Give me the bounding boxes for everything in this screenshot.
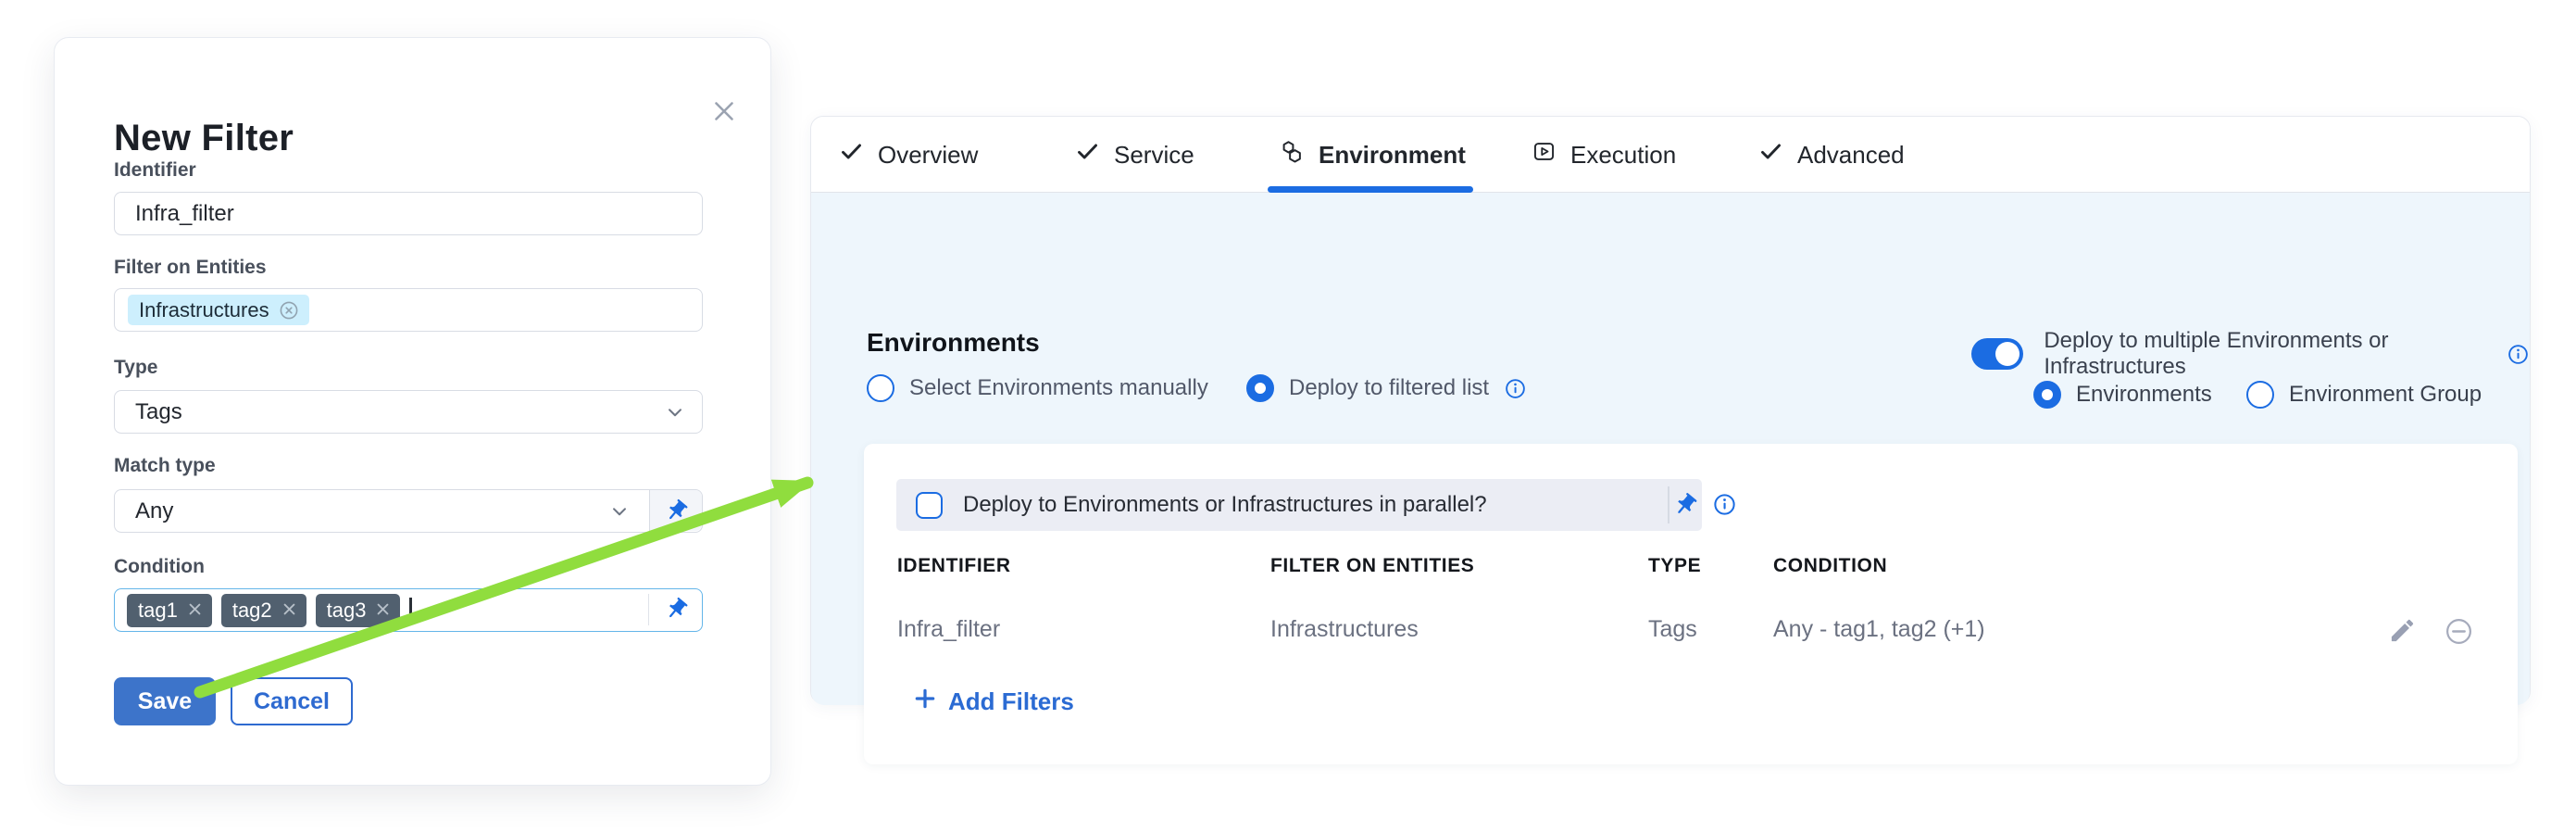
entities-field[interactable]: Infrastructures bbox=[114, 288, 703, 332]
radio-label: Deploy to filtered list bbox=[1289, 375, 1489, 401]
table-header-entities: FILTER ON ENTITIES bbox=[1270, 555, 1474, 577]
divider bbox=[648, 594, 650, 625]
tab-label: Advanced bbox=[1797, 141, 1905, 170]
execution-icon bbox=[1532, 139, 1557, 170]
new-filter-modal: New Filter Identifier Infra_filter Filte… bbox=[54, 37, 771, 786]
check-icon bbox=[1758, 139, 1783, 170]
radio-label: Environment Group bbox=[2289, 382, 2482, 408]
toggle-on[interactable] bbox=[1971, 338, 2023, 370]
chevron-down-icon bbox=[607, 499, 631, 523]
pin-button[interactable] bbox=[649, 490, 702, 531]
toggle-label: Deploy to multiple Environments or Infra… bbox=[2044, 328, 2492, 380]
toggle-knob bbox=[1995, 342, 2020, 366]
radio-environment-group[interactable]: Environment Group bbox=[2246, 381, 2482, 409]
tag-chip-label: tag2 bbox=[232, 599, 272, 623]
radio-icon bbox=[867, 374, 894, 402]
table-header-condition: CONDITION bbox=[1773, 555, 1887, 577]
info-icon[interactable] bbox=[1712, 492, 1737, 522]
text-cursor bbox=[409, 598, 412, 624]
info-icon[interactable] bbox=[2507, 343, 2530, 366]
radio-icon bbox=[2246, 381, 2274, 409]
plus-icon bbox=[913, 687, 937, 717]
environment-icon bbox=[1279, 139, 1305, 171]
edit-pencil-icon[interactable] bbox=[2388, 616, 2417, 649]
tab-environment[interactable]: Environment bbox=[1279, 117, 1466, 193]
parallel-checkbox-label: Deploy to Environments or Infrastructure… bbox=[963, 492, 1487, 518]
tag-chip-label: tag3 bbox=[327, 599, 367, 623]
identifier-value: Infra_filter bbox=[115, 201, 234, 227]
tag-chip: tag1 bbox=[127, 594, 212, 627]
tab-label: Service bbox=[1114, 141, 1194, 170]
table-row-type: Tags bbox=[1648, 616, 1697, 643]
type-value: Tags bbox=[115, 399, 182, 425]
parallel-checkbox[interactable] bbox=[916, 492, 943, 519]
add-filters-button[interactable]: Add Filters bbox=[913, 687, 1074, 717]
radio-environments[interactable]: Environments bbox=[2033, 381, 2212, 409]
close-icon[interactable] bbox=[708, 95, 740, 127]
radio-label: Environments bbox=[2076, 382, 2212, 408]
parallel-checkbox-bar: Deploy to Environments or Infrastructure… bbox=[896, 479, 1702, 531]
table-row-condition: Any - tag1, tag2 (+1) bbox=[1773, 616, 1985, 643]
entities-label: Filter on Entities bbox=[114, 257, 267, 279]
table-row-identifier: Infra_filter bbox=[897, 616, 1000, 643]
toggle-multiple-environments[interactable]: Deploy to multiple Environments or Infra… bbox=[1971, 328, 2530, 380]
save-button[interactable]: Save bbox=[114, 677, 216, 725]
tag-chip: tag2 bbox=[221, 594, 306, 627]
entity-chip-label: Infrastructures bbox=[139, 298, 269, 322]
tab-execution[interactable]: Execution bbox=[1532, 117, 1676, 193]
identifier-label: Identifier bbox=[114, 159, 196, 182]
entity-chip: Infrastructures bbox=[128, 295, 309, 325]
remove-tag-icon[interactable] bbox=[375, 600, 391, 621]
type-select[interactable]: Tags bbox=[114, 390, 703, 434]
modal-title: New Filter bbox=[114, 118, 294, 159]
table-header-identifier: IDENTIFIER bbox=[897, 555, 1011, 577]
match-type-select[interactable]: Any bbox=[114, 489, 703, 533]
active-tab-underline bbox=[1268, 186, 1473, 193]
table-header-type: TYPE bbox=[1648, 555, 1701, 577]
tab-advanced[interactable]: Advanced bbox=[1758, 117, 1905, 193]
tab-service[interactable]: Service bbox=[1075, 117, 1194, 193]
add-filters-label: Add Filters bbox=[948, 687, 1074, 716]
tab-label: Environment bbox=[1319, 141, 1466, 170]
tag-chip-label: tag1 bbox=[138, 599, 178, 623]
remove-chip-icon[interactable] bbox=[278, 299, 300, 321]
tag-chip: tag3 bbox=[316, 594, 401, 627]
identifier-field[interactable]: Infra_filter bbox=[114, 192, 703, 235]
divider bbox=[1668, 486, 1669, 523]
remove-tag-icon[interactable] bbox=[187, 600, 203, 621]
type-label: Type bbox=[114, 357, 157, 379]
environments-heading: Environments bbox=[867, 328, 1040, 358]
radio-icon-selected bbox=[1246, 374, 1274, 402]
check-icon bbox=[1075, 139, 1100, 170]
remove-tag-icon[interactable] bbox=[281, 600, 297, 621]
pin-button[interactable] bbox=[664, 597, 689, 626]
match-type-value: Any bbox=[115, 498, 173, 524]
check-icon bbox=[839, 139, 864, 170]
radio-label: Select Environments manually bbox=[909, 375, 1208, 401]
cancel-button[interactable]: Cancel bbox=[231, 677, 353, 725]
radio-icon-selected bbox=[2033, 381, 2061, 409]
condition-label: Condition bbox=[114, 556, 205, 578]
pin-button[interactable] bbox=[1672, 492, 1698, 523]
filters-card: Deploy to Environments or Infrastructure… bbox=[864, 444, 2518, 764]
tab-overview[interactable]: Overview bbox=[839, 117, 978, 193]
table-row-entities: Infrastructures bbox=[1270, 616, 1419, 643]
remove-row-icon[interactable] bbox=[2444, 616, 2474, 651]
info-icon[interactable] bbox=[1504, 377, 1527, 400]
tab-label: Overview bbox=[878, 141, 978, 170]
radio-deploy-filtered[interactable]: Deploy to filtered list bbox=[1246, 374, 1527, 402]
radio-select-manually[interactable]: Select Environments manually bbox=[867, 374, 1208, 402]
environment-tab-content: Environments Select Environments manuall… bbox=[811, 193, 2530, 705]
condition-field[interactable]: tag1 tag2 tag3 bbox=[114, 588, 703, 632]
stage-tabbar: Overview Service Environment Execution A… bbox=[811, 117, 2530, 193]
tab-label: Execution bbox=[1570, 141, 1676, 170]
match-type-label: Match type bbox=[114, 455, 216, 477]
pipeline-stage-panel: Overview Service Environment Execution A… bbox=[810, 116, 2531, 704]
chevron-down-icon bbox=[663, 400, 687, 424]
